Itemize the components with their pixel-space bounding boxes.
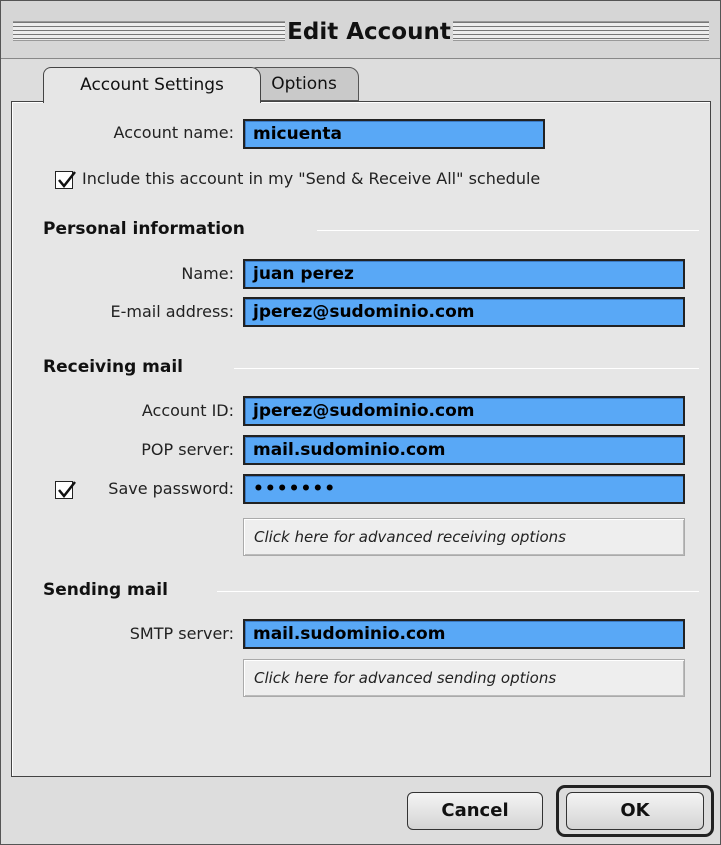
name-label: Name: xyxy=(181,264,234,283)
tab-options[interactable]: Options xyxy=(249,67,359,101)
edit-account-dialog: Edit Account Options Account Settings Ac… xyxy=(0,0,721,845)
title-bar-stripes-right xyxy=(453,21,709,41)
personal-information-divider xyxy=(317,230,699,231)
save-password-label: Save password: xyxy=(108,479,234,498)
checkmark-icon xyxy=(58,171,76,188)
tab-account-settings[interactable]: Account Settings xyxy=(43,67,261,103)
account-name-label: Account name: xyxy=(113,123,234,142)
personal-information-heading: Personal information xyxy=(43,219,245,239)
name-field[interactable]: juan perez xyxy=(243,259,685,289)
smtp-server-label: SMTP server: xyxy=(129,624,234,643)
advanced-receiving-options-button[interactable]: Click here for advanced receiving option… xyxy=(243,518,685,556)
account-id-field[interactable]: jperez@sudominio.com xyxy=(243,396,685,426)
smtp-server-field[interactable]: mail.sudominio.com xyxy=(243,619,685,649)
cancel-button[interactable]: Cancel xyxy=(407,792,543,830)
password-field[interactable]: ••••••• xyxy=(243,474,685,504)
email-address-label: E-mail address: xyxy=(110,302,235,321)
email-address-field[interactable]: jperez@sudominio.com xyxy=(243,297,685,327)
window-title: Edit Account xyxy=(287,19,451,45)
title-bar[interactable]: Edit Account xyxy=(1,1,720,59)
include-schedule-checkbox[interactable] xyxy=(55,171,76,189)
pop-server-field[interactable]: mail.sudominio.com xyxy=(243,435,685,465)
sending-mail-heading: Sending mail xyxy=(43,580,168,600)
sending-mail-divider xyxy=(217,591,699,592)
account-name-field[interactable]: micuenta xyxy=(243,119,545,149)
advanced-sending-options-button[interactable]: Click here for advanced sending options xyxy=(243,659,685,697)
save-password-checkbox[interactable] xyxy=(55,481,76,499)
account-settings-panel: Account name: micuenta Include this acco… xyxy=(11,101,711,777)
title-bar-stripes-left xyxy=(13,21,285,41)
include-schedule-label: Include this account in my "Send & Recei… xyxy=(82,169,541,188)
account-id-label: Account ID: xyxy=(141,401,234,420)
pop-server-label: POP server: xyxy=(141,440,234,459)
ok-button[interactable]: OK xyxy=(566,792,704,830)
receiving-mail-heading: Receiving mail xyxy=(43,357,183,377)
checkmark-icon xyxy=(58,481,76,498)
receiving-mail-divider xyxy=(234,368,699,369)
